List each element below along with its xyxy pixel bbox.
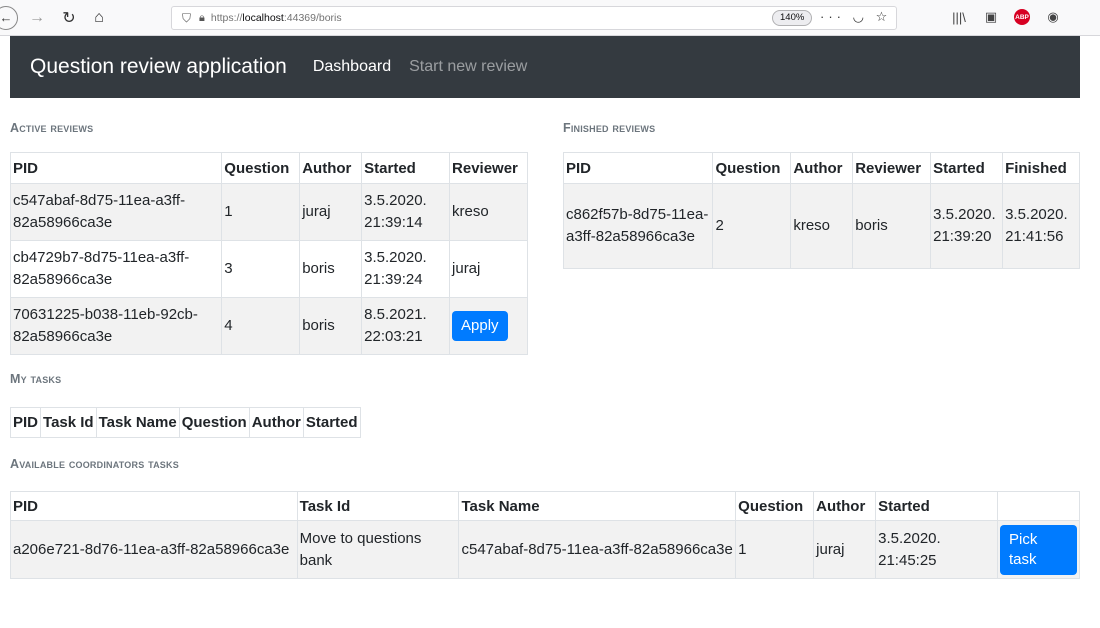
coordinator-tasks-table: PID Task Id Task Name Question Author St… [10,491,1080,579]
forward-icon[interactable]: → [24,5,50,31]
started-cell: 8.5.2021. 22:03:21 [361,297,451,355]
author-cell: juraj [299,183,363,241]
zoom-badge[interactable]: 140% [772,10,813,26]
column-header: Started [930,152,1004,184]
question-cell: 2 [712,183,792,269]
column-header: Reviewer [852,152,932,184]
question-cell: 3 [221,240,301,298]
column-header: Started [361,152,451,184]
column-header: Task Id [296,491,460,521]
column-header: Task Name [458,491,737,521]
bookmark-star-icon[interactable]: ☆ [876,9,892,24]
active-reviews-table: PID Question Author Started Reviewer c54… [9,152,528,355]
column-header: Question [712,152,792,184]
finished-reviews-heading: Finished reviews [563,121,656,135]
column-header: PID [9,152,223,184]
coordinator-tasks-heading: Available coordinators tasks [10,457,179,471]
column-header: Author [790,152,854,184]
finished-cell: 3.5.2020. 21:41:56 [1002,183,1080,269]
column-header: Task Name [95,407,180,438]
sidebar-icon[interactable]: ▣ [982,8,1000,26]
question-cell: 1 [221,183,301,241]
table-row: 70631225-b038-11eb-92cb-82a58966ca3e 4 b… [9,297,528,355]
pid-cell: cb4729b7-8d75-11ea-a3ff-82a58966ca3e [9,240,223,298]
column-header: Author [248,407,304,438]
task-name-cell: c547abaf-8d75-11ea-a3ff-82a58966ca3e [458,520,737,579]
browser-toolbar: ← → ↻ ⌂ ⛉ 🔒︎ https://localhost:44369/bor… [0,0,1100,36]
column-header: Task Id [40,407,97,438]
table-row: cb4729b7-8d75-11ea-a3ff-82a58966ca3e 3 b… [9,240,528,298]
active-reviews-heading: Active reviews [10,121,94,135]
task-id-cell: Move to questions bank [296,520,460,579]
table-row: c862f57b-8d75-11ea-a3ff-82a58966ca3e 2 k… [562,183,1080,269]
account-icon[interactable]: ◉ [1044,8,1062,26]
pid-cell: a206e721-8d76-11ea-a3ff-82a58966ca3e [10,520,298,579]
shield-icon[interactable]: ⛉ [182,11,191,26]
adblock-icon[interactable]: ABP [1014,9,1030,25]
reviewer-cell: boris [852,183,932,269]
table-row: a206e721-8d76-11ea-a3ff-82a58966ca3e Mov… [10,520,1080,579]
pid-cell: c862f57b-8d75-11ea-a3ff-82a58966ca3e [562,183,714,269]
action-cell: Apply [449,297,528,355]
finished-reviews-table: PID Question Author Reviewer Started Fin… [562,152,1080,269]
started-cell: 3.5.2020. 21:39:20 [930,183,1004,269]
author-cell: juraj [813,520,877,579]
column-header: PID [562,152,714,184]
home-icon[interactable]: ⌂ [86,5,112,31]
author-cell: boris [299,240,363,298]
more-icon[interactable]: ··· [820,9,845,24]
column-header: Question [178,407,250,438]
table-row: c547abaf-8d75-11ea-a3ff-82a58966ca3e 1 j… [9,183,528,241]
column-header [997,491,1080,521]
reviewer-cell: juraj [449,240,528,298]
library-icon[interactable]: |||\ [950,8,968,26]
pid-cell: 70631225-b038-11eb-92cb-82a58966ca3e [9,297,223,355]
column-header: Question [221,152,301,184]
reviewer-cell: kreso [449,183,528,241]
brand-title[interactable]: Question review application [30,55,287,79]
column-header: Started [875,491,999,521]
url-bar[interactable]: ⛉ 🔒︎ https://localhost:44369/boris 140% … [171,6,897,30]
column-header: Reviewer [449,152,528,184]
author-cell: kreso [790,183,854,269]
pid-cell: c547abaf-8d75-11ea-a3ff-82a58966ca3e [9,183,223,241]
app-navbar: Question review application Dashboard St… [10,36,1080,98]
column-header: Author [813,491,877,521]
url-text[interactable]: https://localhost:44369/boris [211,12,342,24]
my-tasks-heading: My tasks [10,372,62,386]
pick-task-button[interactable]: Pick task [1000,524,1077,575]
my-tasks-table: PID Task Id Task Name Question Author St… [9,407,361,438]
column-header: PID [10,491,298,521]
nav-dashboard[interactable]: Dashboard [313,58,391,76]
page-actions[interactable]: ··· ◡ ☆ [820,9,891,25]
column-header: Author [299,152,363,184]
question-cell: 4 [221,297,301,355]
apply-button[interactable]: Apply [452,311,508,341]
action-cell: Pick task [997,520,1080,579]
reload-icon[interactable]: ↻ [56,5,82,31]
nav-start-new-review[interactable]: Start new review [409,58,527,76]
author-cell: boris [299,297,363,355]
column-header: Question [735,491,815,521]
started-cell: 3.5.2020. 21:45:25 [875,520,999,579]
started-cell: 3.5.2020. 21:39:24 [361,240,451,298]
started-cell: 3.5.2020. 21:39:14 [361,183,451,241]
lock-icon[interactable]: 🔒︎ [199,12,205,25]
column-header: PID [9,407,42,438]
question-cell: 1 [735,520,815,579]
pocket-icon[interactable]: ◡ [853,9,868,24]
back-icon[interactable]: ← [0,5,18,30]
column-header: Finished [1002,152,1080,184]
column-header: Started [302,407,361,438]
